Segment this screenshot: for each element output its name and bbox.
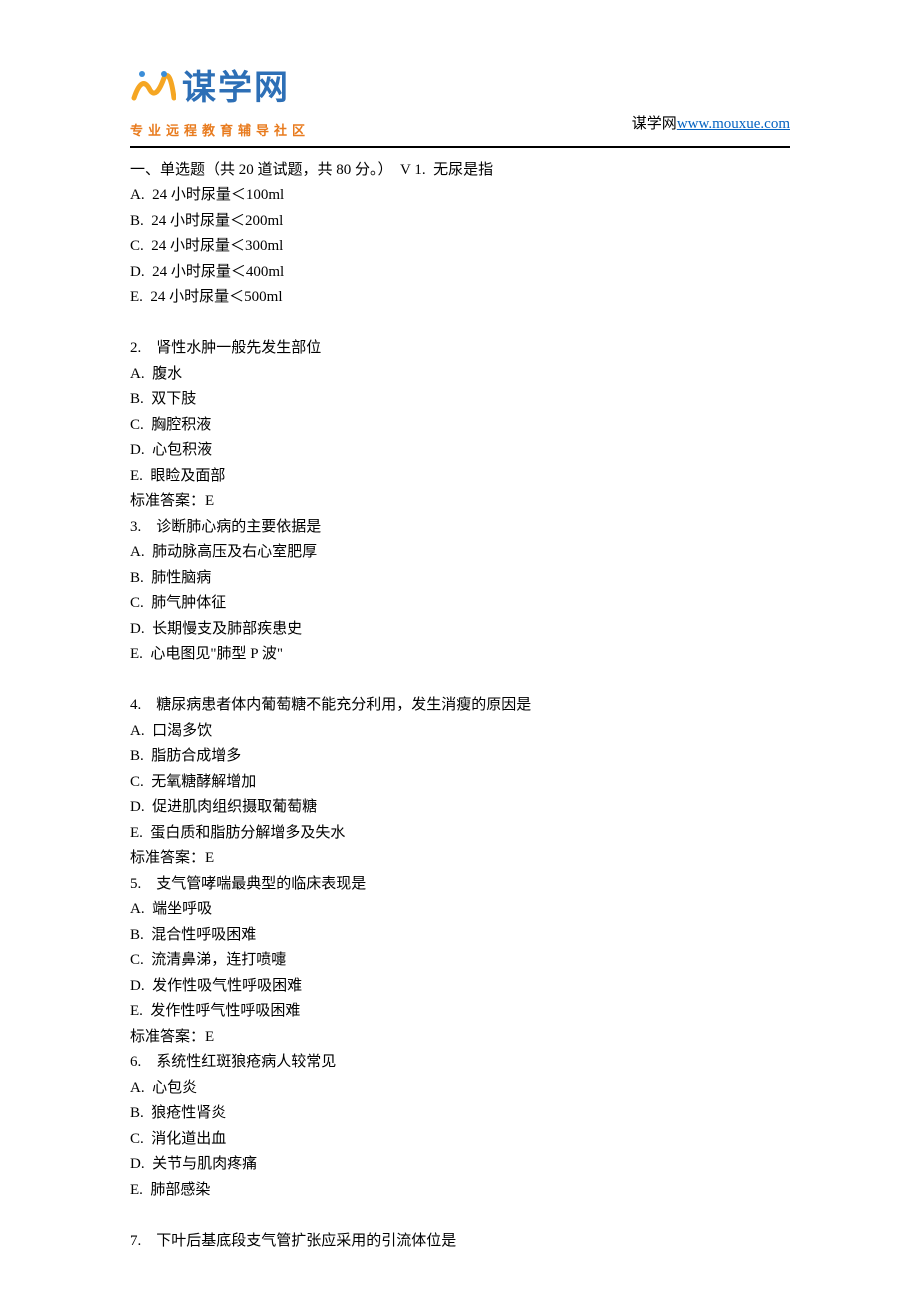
q7-stem: 7. 下叶后基底段支气管扩张应采用的引流体位是: [130, 1229, 790, 1255]
logo-icon: [130, 64, 176, 114]
site-label: 谋学网: [632, 116, 677, 132]
q1-option-c: C. 24 小时尿量＜300ml: [130, 234, 790, 260]
q6-option-c: C. 消化道出血: [130, 1127, 790, 1153]
q5-option-d: D. 发作性吸气性呼吸困难: [130, 974, 790, 1000]
logo-text: 谋学网: [182, 60, 290, 118]
site-url-link[interactable]: www.mouxue.com: [677, 116, 790, 132]
logo-block: 谋学网 专业远程教育辅导社区: [130, 60, 310, 142]
logo-top: 谋学网: [130, 60, 290, 118]
q3-option-d: D. 长期慢支及肺部疾患史: [130, 617, 790, 643]
logo-subtitle: 专业远程教育辅导社区: [130, 120, 310, 142]
header-divider: [130, 146, 790, 148]
q1-option-b: B. 24 小时尿量＜200ml: [130, 209, 790, 235]
q3-stem: 3. 诊断肺心病的主要依据是: [130, 515, 790, 541]
q4-option-a: A. 口渴多饮: [130, 719, 790, 745]
q4-answer: 标准答案：E: [130, 846, 790, 872]
q2-option-b: B. 双下肢: [130, 387, 790, 413]
header-site-link: 谋学网www.mouxue.com: [632, 112, 790, 142]
q6-option-b: B. 狼疮性肾炎: [130, 1101, 790, 1127]
q3-option-b: B. 肺性脑病: [130, 566, 790, 592]
q5-option-e: E. 发作性呼气性呼吸困难: [130, 999, 790, 1025]
q1-option-d: D. 24 小时尿量＜400ml: [130, 260, 790, 286]
q4-option-c: C. 无氧糖酵解增加: [130, 770, 790, 796]
q5-option-a: A. 端坐呼吸: [130, 897, 790, 923]
q4-option-e: E. 蛋白质和脂肪分解增多及失水: [130, 821, 790, 847]
q3-option-e: E. 心电图见"肺型 P 波": [130, 642, 790, 668]
q3-option-c: C. 肺气肿体征: [130, 591, 790, 617]
q5-option-b: B. 混合性呼吸困难: [130, 923, 790, 949]
q2-option-d: D. 心包积液: [130, 438, 790, 464]
q1-option-a: A. 24 小时尿量＜100ml: [130, 183, 790, 209]
q4-stem: 4. 糖尿病患者体内葡萄糖不能充分利用，发生消瘦的原因是: [130, 693, 790, 719]
q6-option-e: E. 肺部感染: [130, 1178, 790, 1204]
q4-option-d: D. 促进肌肉组织摄取葡萄糖: [130, 795, 790, 821]
q2-answer: 标准答案：E: [130, 489, 790, 515]
q2-option-c: C. 胸腔积液: [130, 413, 790, 439]
document-content: 一、单选题（共 20 道试题，共 80 分。） V 1. 无尿是指 A. 24 …: [130, 158, 790, 1255]
page-header: 谋学网 专业远程教育辅导社区 谋学网www.mouxue.com: [130, 60, 790, 142]
q5-option-c: C. 流清鼻涕，连打喷嚏: [130, 948, 790, 974]
q6-option-d: D. 关节与肌肉疼痛: [130, 1152, 790, 1178]
q3-option-a: A. 肺动脉高压及右心室肥厚: [130, 540, 790, 566]
q5-answer: 标准答案：E: [130, 1025, 790, 1051]
q5-stem: 5. 支气管哮喘最典型的临床表现是: [130, 872, 790, 898]
q2-option-a: A. 腹水: [130, 362, 790, 388]
q2-stem: 2. 肾性水肿一般先发生部位: [130, 336, 790, 362]
q4-option-b: B. 脂肪合成增多: [130, 744, 790, 770]
section-header: 一、单选题（共 20 道试题，共 80 分。） V 1. 无尿是指: [130, 158, 790, 184]
q2-option-e: E. 眼睑及面部: [130, 464, 790, 490]
q6-stem: 6. 系统性红斑狼疮病人较常见: [130, 1050, 790, 1076]
q1-option-e: E. 24 小时尿量＜500ml: [130, 285, 790, 311]
q6-option-a: A. 心包炎: [130, 1076, 790, 1102]
